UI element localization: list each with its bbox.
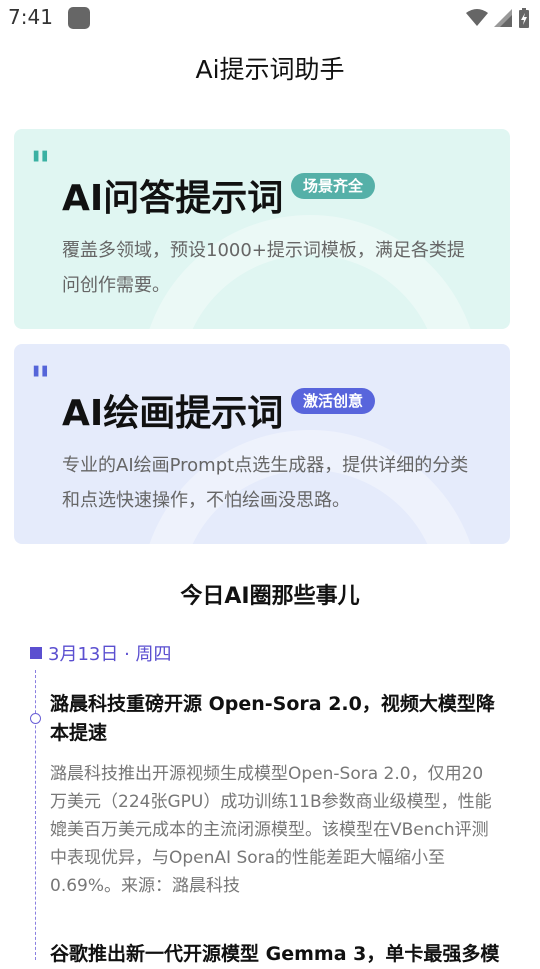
card-title: AI问答提示词 (62, 178, 284, 219)
news-date: 3月13日 · 周四 (48, 644, 172, 665)
timeline-dot-icon (30, 713, 41, 724)
news-body: 潞晨科技推出开源视频生成模型Open-Sora 2.0，仅用20万美元（224张… (50, 764, 492, 896)
battery-icon (519, 8, 529, 28)
status-icons (466, 8, 530, 28)
app-icon (68, 7, 90, 29)
news-title: 潞晨科技重磅开源 Open-Sora 2.0，视频大模型降本提速 (50, 693, 495, 744)
news-section-title: 今日AI圈那些事儿 (180, 584, 360, 609)
app-title: Ai提示词助手 (195, 55, 345, 84)
quote-icon: " (30, 144, 51, 190)
status-bar: 7:41 (0, 0, 540, 36)
quote-icon: " (30, 359, 51, 405)
signal-icon (494, 9, 512, 27)
card-description: 专业的AI绘画Prompt点选生成器，提供详细的分类和点选快速操作，不怕绘画没思… (62, 455, 469, 511)
card-title: AI绘画提示词 (62, 393, 284, 434)
news-title: 谷歌推出新一代开源模型 Gemma 3，单卡最强多模 (50, 943, 500, 965)
news-item[interactable]: 潞晨科技重磅开源 Open-Sora 2.0，视频大模型降本提速 潞晨科技推出开… (50, 690, 500, 900)
card-badge: 场景齐全 (291, 173, 376, 199)
wifi-icon (466, 9, 488, 26)
news-date-row: 3月13日 · 周四 (30, 640, 172, 666)
status-time: 7:41 (8, 5, 53, 29)
card-badge: 激活创意 (291, 388, 376, 414)
ai-drawing-prompt-card[interactable]: " AI绘画提示词 激活创意 专业的AI绘画Prompt点选生成器，提供详细的分… (14, 344, 510, 544)
ai-qa-prompt-card[interactable]: " AI问答提示词 场景齐全 覆盖多领域，预设1000+提示词模板，满足各类提问… (14, 129, 510, 329)
card-description: 覆盖多领域，预设1000+提示词模板，满足各类提问创作需要。 (62, 240, 465, 296)
date-marker-icon (30, 647, 42, 659)
news-item[interactable]: 谷歌推出新一代开源模型 Gemma 3，单卡最强多模 (50, 940, 500, 969)
